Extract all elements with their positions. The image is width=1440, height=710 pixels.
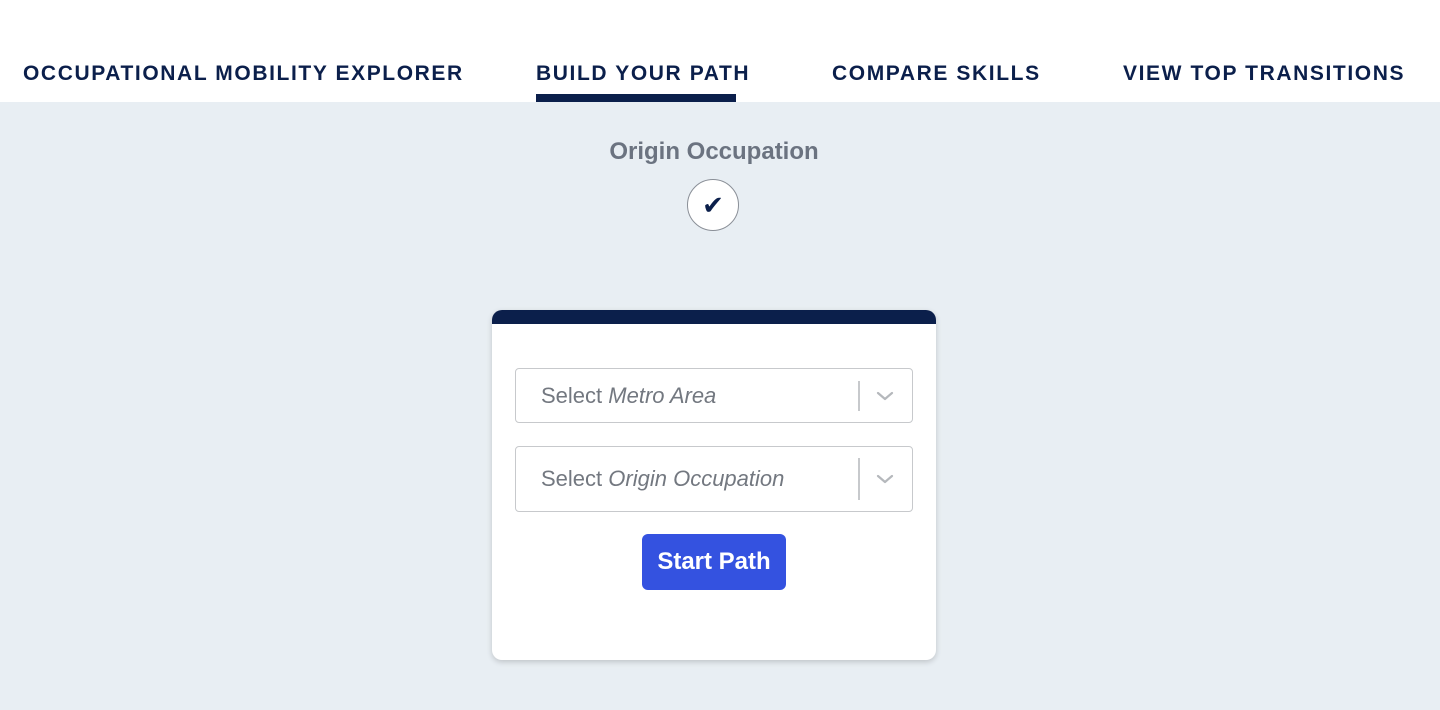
checkmark-icon: ✔ — [702, 189, 724, 220]
metro-area-placeholder-emphasis: Metro Area — [608, 382, 717, 408]
origin-occupation-select[interactable]: Select Origin Occupation — [515, 446, 913, 512]
tab-occupational-mobility-explorer[interactable]: OCCUPATIONAL MOBILITY EXPLORER — [23, 62, 464, 102]
tab-view-top-transitions[interactable]: VIEW TOP TRANSITIONS — [1123, 62, 1405, 102]
path-form-card: Select Metro Area Select Origin Occupati… — [492, 310, 936, 660]
origin-occupation-placeholder-emphasis: Origin Occupation — [608, 466, 785, 491]
select-divider — [858, 458, 860, 500]
start-path-button[interactable]: Start Path — [642, 534, 786, 590]
origin-occupation-placeholder-prefix: Select — [541, 466, 603, 491]
metro-area-placeholder-prefix: Select — [541, 382, 603, 408]
tab-build-your-path[interactable]: BUILD YOUR PATH — [536, 62, 749, 102]
tab-compare-skills[interactable]: COMPARE SKILLS — [832, 62, 1041, 102]
select-divider — [858, 380, 860, 411]
metro-area-placeholder: Select Metro Area — [541, 383, 716, 409]
step-indicator: ✔ — [687, 179, 739, 231]
origin-occupation-placeholder: Select Origin Occupation — [541, 466, 784, 492]
metro-area-select[interactable]: Select Metro Area — [515, 368, 913, 423]
chevron-down-icon[interactable] — [876, 473, 894, 485]
top-navigation: OCCUPATIONAL MOBILITY EXPLORER BUILD YOU… — [0, 0, 1440, 102]
chevron-down-icon[interactable] — [876, 390, 894, 402]
card-header-bar — [492, 310, 936, 324]
step-title: Origin Occupation — [609, 138, 819, 165]
